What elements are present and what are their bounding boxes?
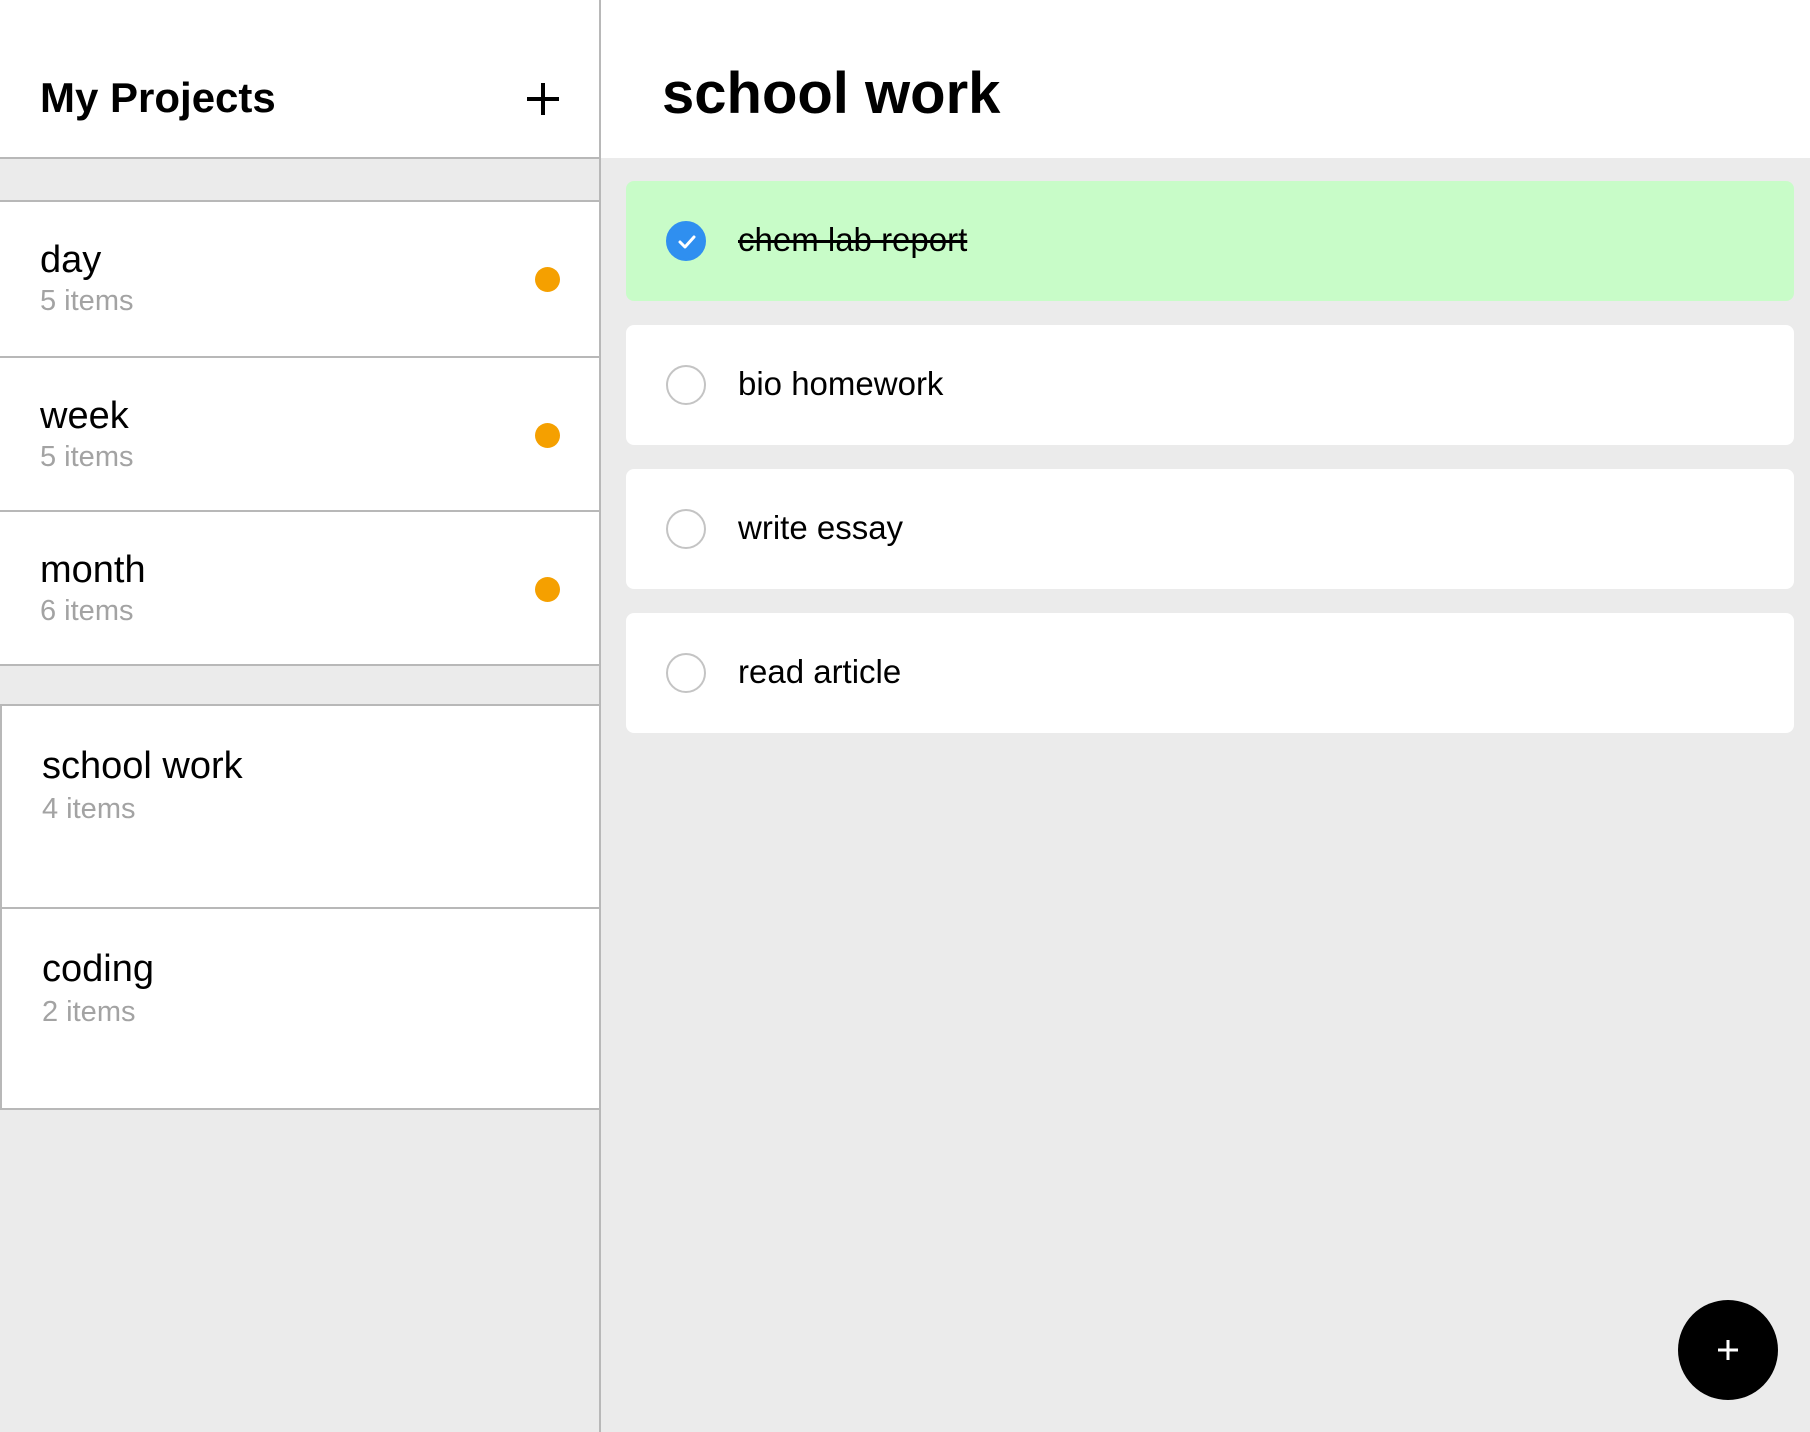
time-views-list: day 5 items week 5 items month 6 items <box>0 200 599 666</box>
projects-list: school work 4 items coding 2 items <box>0 704 599 1110</box>
status-dot <box>535 423 560 448</box>
sidebar-item-month[interactable]: month 6 items <box>0 510 599 664</box>
main-header: school work <box>601 0 1810 158</box>
sidebar-item-label: coding <box>42 948 154 990</box>
add-project-button[interactable] <box>520 76 566 122</box>
task-item[interactable]: read article <box>626 613 1794 733</box>
plus-icon <box>1718 1340 1738 1360</box>
main-panel: school work chem lab report bio homework… <box>601 0 1810 1432</box>
task-item[interactable]: write essay <box>626 469 1794 589</box>
task-label: chem lab report <box>738 221 968 258</box>
task-item[interactable]: bio homework <box>626 325 1794 445</box>
task-item[interactable]: chem lab report <box>626 181 1794 301</box>
sidebar-header: My Projects <box>0 0 599 159</box>
sidebar-item-count: 5 items <box>40 285 134 317</box>
app-window: My Projects day 5 items week 5 items mon… <box>0 0 1810 1432</box>
page-title: school work <box>662 61 1001 126</box>
sidebar-item-label: month <box>40 549 146 591</box>
plus-icon <box>527 83 559 115</box>
task-label: read article <box>738 653 902 690</box>
sidebar-item-count: 4 items <box>42 793 136 825</box>
task-checkbox[interactable] <box>666 509 706 549</box>
task-checkbox[interactable] <box>666 365 706 405</box>
sidebar-item-count: 2 items <box>42 996 136 1028</box>
sidebar-item-label: day <box>40 239 102 281</box>
sidebar: My Projects day 5 items week 5 items mon… <box>0 0 601 1432</box>
sidebar-item-school-work[interactable]: school work 4 items <box>2 706 599 907</box>
sidebar-item-count: 6 items <box>40 595 134 627</box>
task-checkbox[interactable] <box>666 653 706 693</box>
sidebar-item-coding[interactable]: coding 2 items <box>2 907 599 1108</box>
sidebar-item-label: school work <box>42 745 243 787</box>
add-task-button[interactable] <box>1678 1300 1778 1400</box>
task-list: chem lab report bio homework write essay… <box>626 181 1794 757</box>
checkmark-icon <box>678 235 696 249</box>
sidebar-item-week[interactable]: week 5 items <box>0 356 599 510</box>
sidebar-title: My Projects <box>40 74 276 121</box>
task-label: write essay <box>738 509 904 546</box>
status-dot <box>535 267 560 292</box>
task-label: bio homework <box>738 365 944 402</box>
sidebar-item-count: 5 items <box>40 441 134 473</box>
status-dot <box>535 577 560 602</box>
sidebar-item-label: week <box>40 395 129 437</box>
sidebar-item-day[interactable]: day 5 items <box>0 202 599 356</box>
task-checkbox[interactable] <box>666 221 706 261</box>
